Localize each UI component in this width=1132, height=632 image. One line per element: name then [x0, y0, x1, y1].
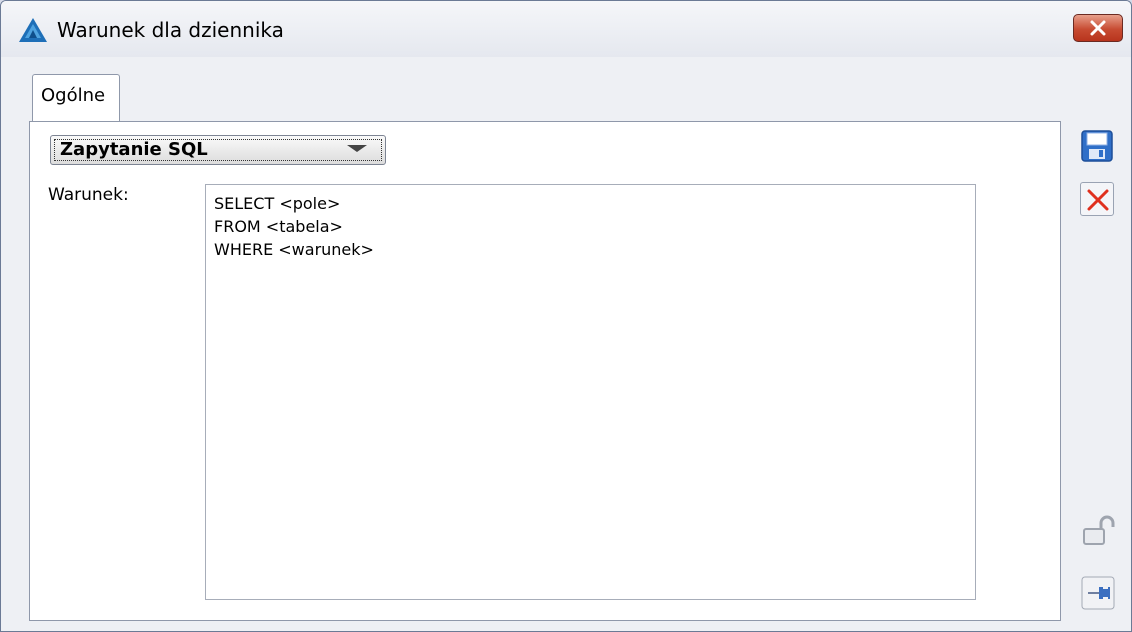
- dialog-window: Warunek dla dziennika Ogólne Zapytanie S…: [0, 0, 1132, 632]
- lock-button[interactable]: [1081, 514, 1115, 548]
- save-icon: [1081, 130, 1113, 162]
- close-icon: [1090, 20, 1106, 36]
- save-button[interactable]: [1080, 129, 1114, 163]
- title-bar: Warunek dla dziennika: [1, 1, 1131, 58]
- tab-bar: Ogólne: [1, 57, 1131, 122]
- app-logo-icon: [19, 18, 47, 42]
- condition-label: Warunek:: [48, 185, 129, 205]
- tab-ogolne[interactable]: Ogólne: [32, 74, 120, 122]
- cancel-icon: [1087, 189, 1109, 211]
- pin-icon: [1081, 576, 1115, 610]
- lock-icon: [1083, 515, 1115, 545]
- cancel-button[interactable]: [1080, 182, 1114, 216]
- pin-button[interactable]: [1081, 576, 1115, 610]
- close-button[interactable]: [1073, 14, 1123, 42]
- chevron-down-icon: [347, 145, 367, 152]
- query-type-select[interactable]: Zapytanie SQL: [50, 135, 386, 165]
- condition-textarea[interactable]: SELECT <pole> FROM <tabela> WHERE <warun…: [205, 184, 976, 600]
- select-value: Zapytanie SQL: [60, 139, 208, 160]
- window-title: Warunek dla dziennika: [57, 18, 284, 42]
- tab-panel: Zapytanie SQL Warunek: SELECT <pole> FRO…: [29, 121, 1061, 621]
